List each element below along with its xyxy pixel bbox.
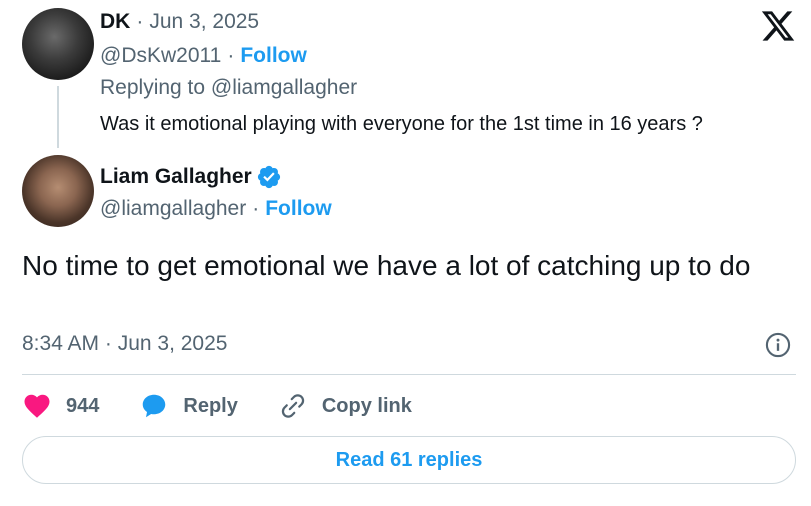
main-handle[interactable]: @liamgallagher <box>100 197 246 221</box>
parent-display-name[interactable]: DK <box>100 10 130 34</box>
replying-to-label: Replying to @liamgallagher <box>100 76 358 99</box>
tweet-embed-card: DK · Jun 3, 2025 @DsKw2011 · Follow Repl… <box>0 0 811 506</box>
avatar-dk[interactable] <box>22 8 94 80</box>
heart-icon <box>24 394 50 418</box>
separator-dot: · <box>227 44 235 67</box>
parent-handle[interactable]: @DsKw2011 <box>100 44 221 68</box>
like-count: 944 <box>66 394 100 417</box>
avatar-liam-gallagher[interactable] <box>22 155 94 227</box>
read-replies-button[interactable]: Read 61 replies <box>22 436 796 484</box>
reply-button[interactable]: Reply <box>139 391 238 421</box>
divider <box>22 374 796 375</box>
info-icon[interactable] <box>764 331 792 359</box>
reply-label: Reply <box>183 394 238 417</box>
main-name-row: Liam Gallagher <box>100 164 282 190</box>
copy-link-label: Copy link <box>321 394 412 417</box>
link-icon <box>281 394 304 418</box>
thread-connector-line <box>57 86 59 148</box>
parent-tweet-text: Was it emotional playing with everyone f… <box>100 113 703 135</box>
separator-dot: · <box>136 10 144 33</box>
parent-follow-link[interactable]: Follow <box>240 44 307 68</box>
main-display-name[interactable]: Liam Gallagher <box>100 165 252 189</box>
reply-bubble-icon <box>143 394 166 418</box>
main-tweet-text: No time to get emotional we have a lot o… <box>22 250 751 281</box>
separator-dot: · <box>252 197 260 220</box>
action-bar: 944 Reply Copy link <box>22 390 452 422</box>
parent-name-row: DK · Jun 3, 2025 <box>100 10 259 34</box>
parent-date[interactable]: Jun 3, 2025 <box>149 10 259 34</box>
main-follow-link[interactable]: Follow <box>265 197 332 221</box>
parent-handle-row: @DsKw2011 · Follow <box>100 44 307 68</box>
main-handle-row: @liamgallagher · Follow <box>100 197 332 221</box>
like-button[interactable]: 944 <box>22 391 99 421</box>
tweet-timestamp[interactable]: 8:34 AM · Jun 3, 2025 <box>22 332 227 356</box>
copy-link-button[interactable]: Copy link <box>278 391 412 421</box>
x-logo-icon[interactable] <box>760 8 796 44</box>
verified-badge-icon <box>257 165 280 189</box>
